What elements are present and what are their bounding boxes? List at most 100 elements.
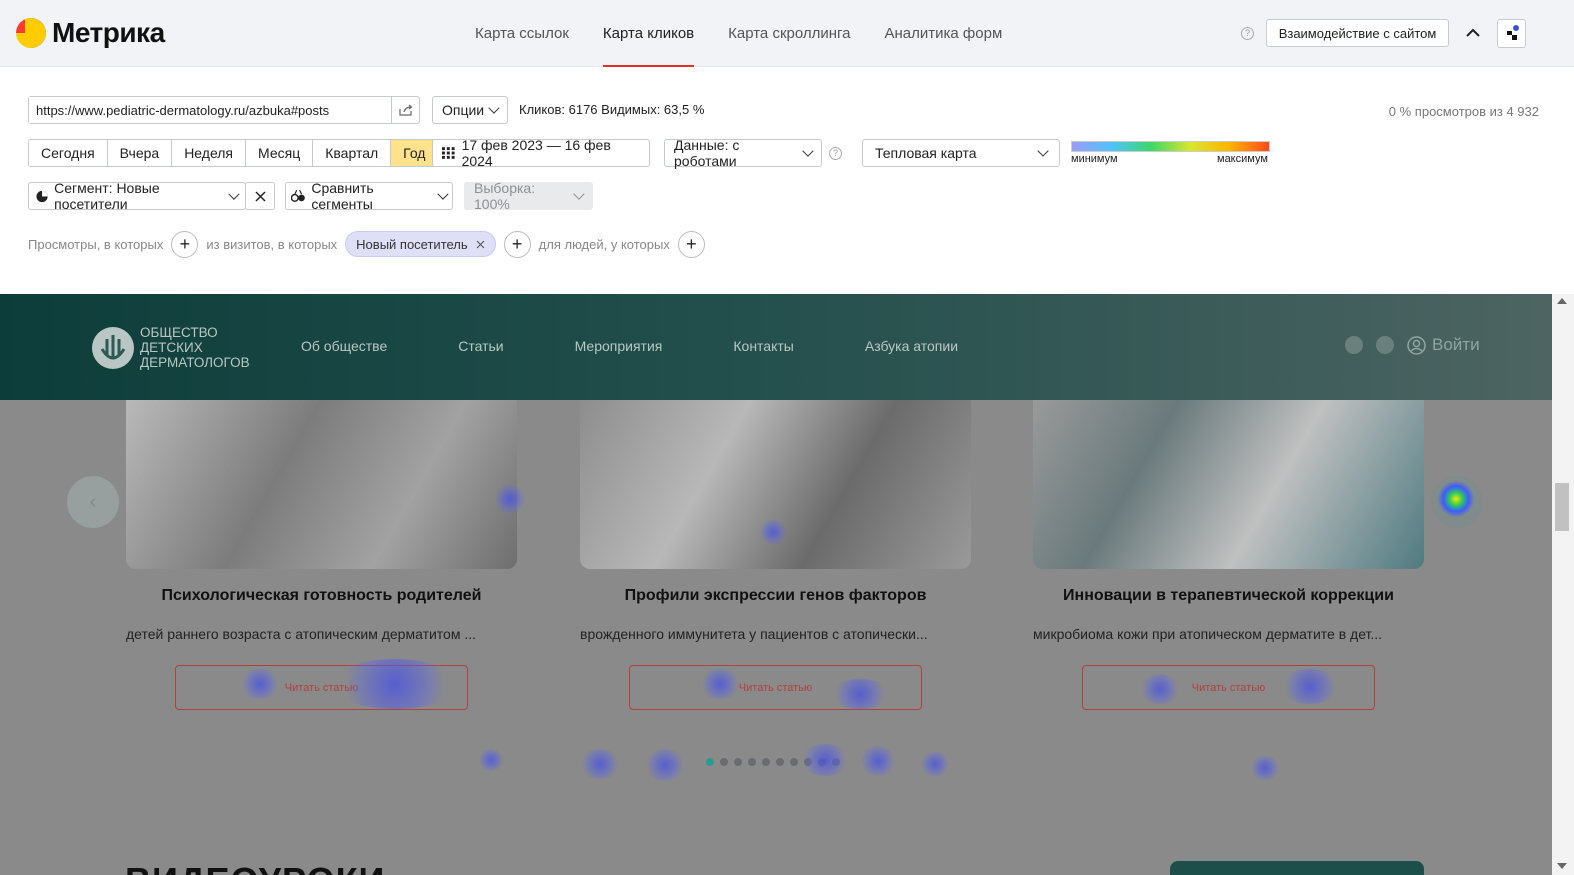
site-nav: Об обществе Статьи Мероприятия Контакты … (301, 338, 1029, 354)
article-desc: детей раннего возраста с атопическим дер… (126, 626, 477, 642)
period-yesterday[interactable]: Вчера (107, 140, 173, 166)
controls-panel: Опции Кликов: 6176 Видимых: 63,5 % 0 % п… (0, 67, 1574, 294)
filter-chip[interactable]: Новый посетитель (345, 231, 496, 257)
map-type-label: Тепловая карта (875, 145, 977, 161)
metrika-logo-text: Метрика (52, 17, 165, 48)
site-header: Общество детских дерматологов Об обществ… (0, 294, 1552, 400)
metrika-logo[interactable]: Метрика (16, 17, 165, 49)
carousel-dot[interactable] (734, 758, 742, 766)
heatmap-spot (240, 669, 280, 699)
article-title[interactable]: Профили экспрессии генов факторов (580, 587, 971, 605)
tab-click-map[interactable]: Карта кликов (602, 0, 695, 67)
article-card: Инновации в терапевтической коррекции ми… (1033, 400, 1424, 710)
chevron-up-icon[interactable] (1462, 22, 1484, 44)
map-type-dropdown[interactable]: Тепловая карта (862, 139, 1060, 167)
heatmap-spot (495, 484, 525, 514)
site-nav-articles[interactable]: Статьи (458, 338, 503, 354)
preview-scrollbar[interactable] (1552, 294, 1574, 875)
period-week[interactable]: Неделя (172, 140, 247, 166)
heatmap-spot (478, 749, 504, 771)
add-people-filter-button[interactable]: + (677, 230, 705, 258)
login-label: Войти (1432, 335, 1480, 354)
views-share: 0 % просмотров из 4 932 (1388, 104, 1539, 119)
pie-chart-icon (36, 190, 48, 202)
period-month[interactable]: Месяц (246, 140, 314, 166)
close-icon[interactable] (476, 240, 485, 249)
site-logo-text: Общество детских дерматологов (140, 325, 250, 370)
people-filter-label: для людей, у которых (538, 236, 670, 252)
help-icon[interactable]: ? (1241, 27, 1254, 40)
chevron-down-icon (573, 187, 585, 200)
telegram-icon[interactable] (1345, 336, 1363, 354)
hands-logo-icon (92, 326, 134, 369)
segment-dropdown[interactable]: Сегмент: Новые посетители (28, 180, 246, 212)
article-card: Профили экспрессии генов факторов врожде… (580, 400, 971, 710)
sample-dropdown[interactable]: Выборка: 100% (464, 180, 593, 212)
interact-with-site-button[interactable]: Взаимодействие с сайтом (1266, 19, 1449, 47)
tab-link-map[interactable]: Карта ссылок (475, 0, 569, 67)
article-image[interactable] (126, 400, 517, 569)
tab-scroll-map[interactable]: Карта скроллинга (728, 0, 850, 67)
heatmap-legend-gradient (1071, 141, 1270, 152)
clear-segment-button[interactable] (245, 182, 275, 210)
options-dropdown[interactable]: Опции (432, 96, 508, 124)
scroll-thumb[interactable] (1555, 483, 1569, 531)
site-nav-about[interactable]: Об обществе (301, 338, 387, 354)
date-range-picker[interactable]: 17 фев 2023 — 16 фев 2024 (432, 137, 650, 169)
heatmap-spot (330, 659, 460, 709)
period-selector: Сегодня Вчера Неделя Месяц Квартал Год (28, 139, 439, 167)
period-year[interactable]: Год (391, 140, 438, 166)
filter-chip-label: Новый посетитель (356, 236, 468, 252)
heatmap-spot (1250, 756, 1280, 780)
site-nav-events[interactable]: Мероприятия (575, 338, 663, 354)
carousel-dot[interactable] (790, 758, 798, 766)
article-image[interactable] (1033, 400, 1424, 569)
close-icon (254, 190, 266, 202)
teal-button[interactable] (1170, 861, 1424, 875)
share-icon[interactable] (391, 97, 419, 123)
carousel-prev-button[interactable]: ‹ (67, 476, 119, 528)
heatmap-spot (645, 749, 685, 781)
sample-label: Выборка: 100% (474, 180, 536, 212)
period-quarter[interactable]: Квартал (313, 140, 392, 166)
scroll-up-icon[interactable] (1557, 298, 1567, 304)
add-view-filter-button[interactable]: + (171, 230, 199, 258)
carousel-dot[interactable] (776, 758, 784, 766)
chevron-down-icon (488, 101, 500, 114)
site-header-actions: Войти (1345, 335, 1480, 355)
data-source-dropdown[interactable]: Данные: с роботами (664, 137, 822, 169)
carousel-dot[interactable] (748, 758, 756, 766)
add-visit-filter-button[interactable]: + (503, 230, 531, 258)
heatmap-spot (1280, 669, 1340, 704)
article-title[interactable]: Психологическая готовность родителей (126, 587, 517, 605)
heatmap-spot (920, 752, 950, 776)
article-title[interactable]: Инновации в терапевтической коррекции (1033, 587, 1424, 605)
user-icon (1407, 335, 1426, 355)
url-field[interactable] (28, 96, 420, 124)
tab-form-analytics[interactable]: Аналитика форм (885, 0, 1003, 67)
url-input[interactable] (29, 97, 391, 123)
compare-segments-dropdown[interactable]: Сравнить сегменты (285, 180, 453, 212)
chevron-down-icon (437, 187, 449, 200)
login-link[interactable]: Войти (1407, 335, 1480, 355)
site-nav-atopy[interactable]: Азбука атопии (865, 338, 958, 354)
carousel-dot[interactable] (720, 758, 728, 766)
heatmap-hotspot (1438, 481, 1474, 517)
carousel-dot[interactable] (706, 758, 714, 766)
compare-icon (291, 189, 305, 202)
account-icon[interactable] (1497, 19, 1526, 48)
help-icon[interactable]: ? (829, 147, 842, 160)
carousel-dot[interactable] (762, 758, 770, 766)
visits-filter-label: из визитов, в которых (206, 236, 338, 252)
scroll-down-icon[interactable] (1557, 863, 1567, 869)
period-today[interactable]: Сегодня (29, 140, 108, 166)
heatmap-spot (760, 519, 786, 545)
site-logo[interactable]: Общество детских дерматологов (92, 325, 258, 370)
article-desc: врожденного иммунитета у пациентов с ато… (580, 626, 928, 642)
heatmap-spot (700, 669, 740, 699)
metrika-logo-icon (16, 18, 46, 48)
section-title: ВИДЕОУРОКИ (125, 860, 385, 875)
vk-icon[interactable] (1376, 336, 1394, 354)
site-nav-contacts[interactable]: Контакты (733, 338, 793, 354)
site-preview[interactable]: Общество детских дерматологов Об обществ… (0, 294, 1552, 875)
